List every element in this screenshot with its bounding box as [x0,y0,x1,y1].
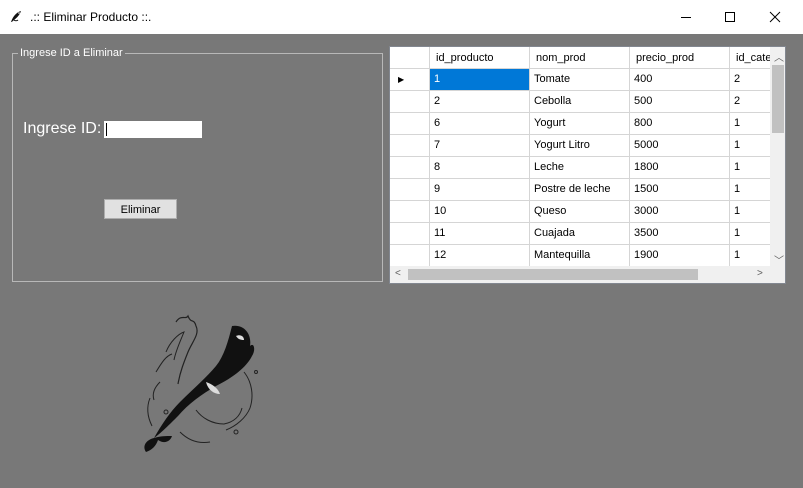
id-label: Ingrese ID: [23,120,102,137]
table-cell[interactable]: 8 [430,157,530,179]
scroll-down-icon[interactable]: ﹀ [774,252,784,267]
maximize-button[interactable] [707,0,753,34]
table-cell[interactable]: 3500 [630,223,730,245]
table-cell[interactable]: Yogurt [530,113,630,135]
table-cell[interactable]: 1 [430,69,530,91]
table-cell[interactable]: 7 [430,135,530,157]
table-cell[interactable]: 10 [430,201,530,223]
orca-illustration [144,314,258,452]
table-cell[interactable]: 1800 [630,157,730,179]
table-cell[interactable]: 12 [430,245,530,267]
row-header[interactable]: ▶ [390,69,430,91]
row-header[interactable] [390,91,430,113]
minimize-icon [681,17,691,18]
row-header[interactable] [390,223,430,245]
row-header[interactable] [390,157,430,179]
minimize-button[interactable] [663,0,709,34]
id-input[interactable] [104,121,202,138]
table-cell[interactable]: Tomate [530,69,630,91]
scroll-right-icon[interactable]: > [757,268,763,279]
table-cell[interactable]: 6 [430,113,530,135]
close-icon [769,11,781,23]
column-header[interactable]: nom_prod [530,47,630,69]
table-cell[interactable]: 11 [430,223,530,245]
row-header[interactable] [390,113,430,135]
table-cell[interactable]: 800 [630,113,730,135]
table-cell[interactable]: 9 [430,179,530,201]
table-cell[interactable]: Queso [530,201,630,223]
horizontal-scroll-thumb[interactable] [408,269,698,280]
maximize-icon [725,12,735,22]
vertical-scroll-thumb[interactable] [772,65,784,133]
table-cell[interactable]: 5000 [630,135,730,157]
table-cell[interactable]: Yogurt Litro [530,135,630,157]
table-cell[interactable]: 3000 [630,201,730,223]
orca-app-icon [11,11,21,22]
row-header[interactable] [390,245,430,267]
scroll-up-icon[interactable]: ︿ [774,49,784,64]
row-header[interactable] [390,179,430,201]
row-header[interactable] [390,135,430,157]
delete-groupbox [12,53,383,282]
close-button[interactable] [752,0,798,34]
table-cell[interactable]: Leche [530,157,630,179]
row-header[interactable] [390,201,430,223]
table-cell[interactable]: 1900 [630,245,730,267]
row-pointer-icon: ▶ [398,75,405,84]
main-window: .:: Eliminar Producto ::. Ingrese ID a E… [0,0,803,488]
table-cell[interactable]: Mantequilla [530,245,630,267]
column-header[interactable]: id_producto [430,47,530,69]
text-caret [106,123,107,136]
products-grid[interactable]: id_producto nom_prod precio_prod id_cate… [389,46,786,284]
table-cell[interactable]: 2 [430,91,530,113]
delete-button[interactable]: Eliminar [104,199,177,219]
scroll-left-icon[interactable]: < [395,268,401,279]
table-cell[interactable]: 1500 [630,179,730,201]
scrollbar-corner [770,266,785,283]
groupbox-label: Ingrese ID a Eliminar [18,46,125,60]
window-title: .:: Eliminar Producto ::. [30,10,152,24]
table-cell[interactable]: Cuajada [530,223,630,245]
table-cell[interactable]: Postre de leche [530,179,630,201]
title-bar[interactable]: .:: Eliminar Producto ::. [0,0,803,34]
column-header[interactable]: precio_prod [630,47,730,69]
table-cell[interactable]: 500 [630,91,730,113]
table-cell[interactable]: Cebolla [530,91,630,113]
table-cell[interactable]: 400 [630,69,730,91]
row-header-corner [390,47,430,69]
